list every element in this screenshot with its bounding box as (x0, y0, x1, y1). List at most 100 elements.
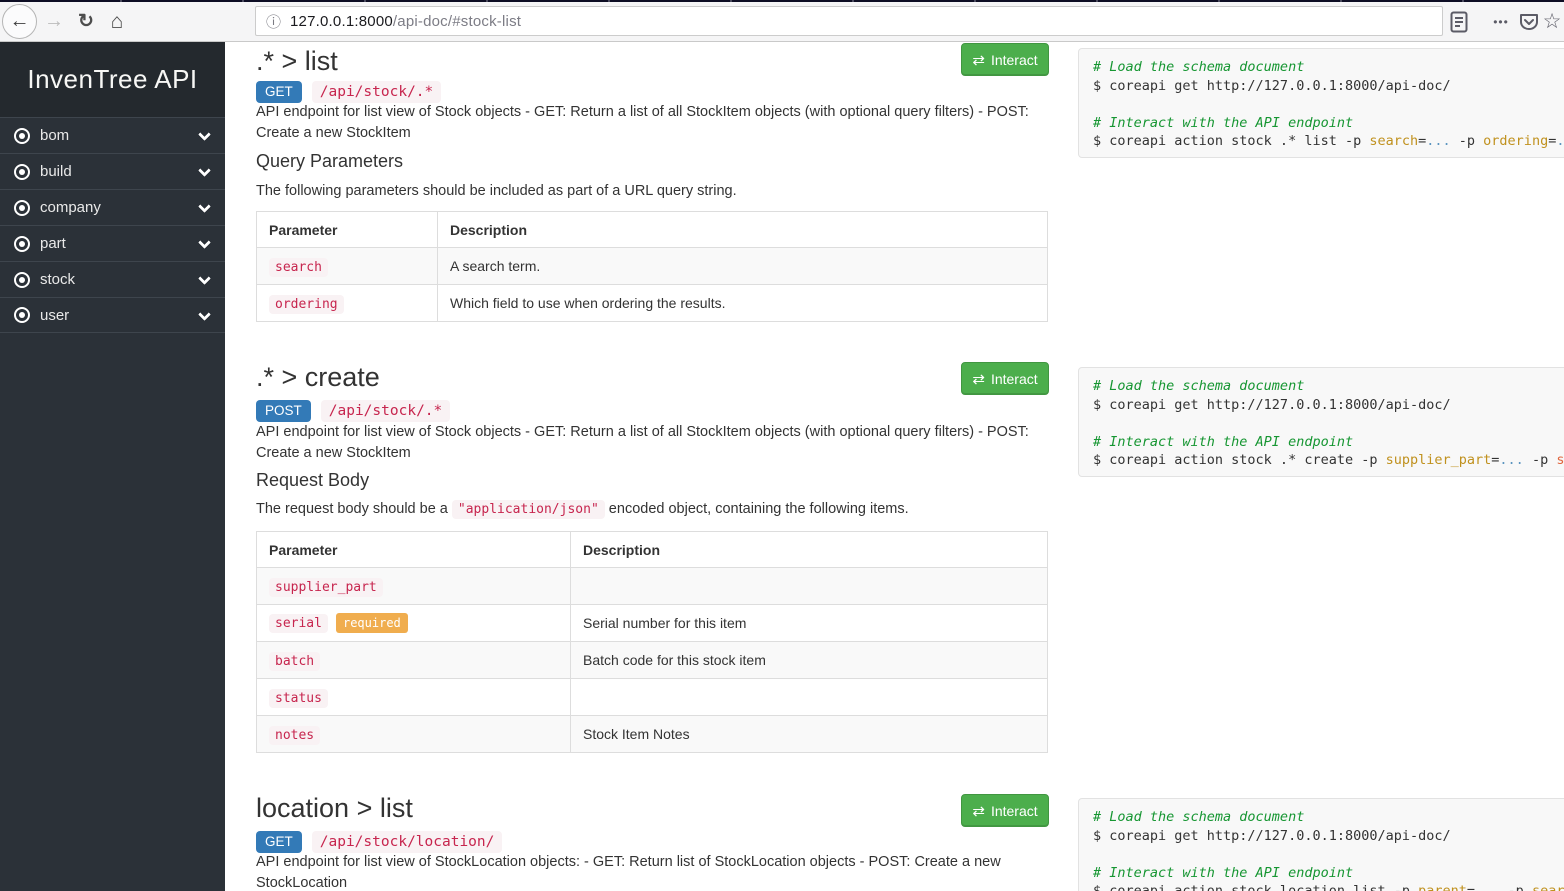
parameter-description: Which field to use when ordering the res… (438, 285, 1048, 322)
endpoint-description: API endpoint for list view of Stock obje… (256, 422, 1048, 463)
code-command: $ coreapi get http://127.0.0.1:8000/api-… (1093, 77, 1555, 96)
forward-icon: → (44, 10, 64, 33)
interact-button-label: Interact (991, 52, 1038, 68)
back-button[interactable]: ← (2, 4, 37, 39)
parameter-description: Batch code for this stock item (571, 642, 1048, 679)
endpoint-description: API endpoint for list view of StockLocat… (256, 852, 1048, 891)
target-icon (14, 164, 30, 180)
chevron-down-icon (198, 164, 211, 177)
code-example-block: # Load the schema document$ coreapi get … (1078, 367, 1564, 477)
chevron-down-icon (198, 236, 211, 249)
url-path: /api-doc/#stock-list (393, 13, 521, 30)
endpoint-badges: POST /api/stock/.* (256, 398, 450, 424)
table-header: Parameter (257, 212, 438, 248)
api-title: InvenTree API (0, 42, 225, 117)
code-command: $ coreapi action stock .* list -p search… (1093, 132, 1555, 151)
parameter-name: serial (269, 614, 328, 633)
sidebar-item-label: stock (40, 271, 75, 288)
endpoint-title: location > list (256, 793, 956, 824)
pocket-button[interactable] (1516, 2, 1542, 41)
home-icon: ⌂ (111, 10, 124, 34)
ellipsis-icon: ••• (1493, 15, 1509, 29)
back-icon: ← (10, 10, 30, 33)
table-row: ordering Which field to use when orderin… (257, 285, 1048, 322)
sidebar-item-label: part (40, 235, 66, 252)
target-icon (14, 236, 30, 252)
content-type-code: "application/json" (452, 500, 605, 519)
reader-mode-icon (1450, 11, 1468, 33)
code-command: $ coreapi get http://127.0.0.1:8000/api-… (1093, 396, 1555, 415)
url-bar[interactable]: ⓘ 127.0.0.1:8000/api-doc/#stock-list (255, 6, 1443, 36)
table-row: notes Stock Item Notes (257, 716, 1048, 753)
reload-icon: ↻ (78, 10, 94, 33)
parameter-description (571, 679, 1048, 716)
chevron-down-icon (198, 128, 211, 141)
interact-button[interactable]: ⇄ Interact (961, 794, 1049, 827)
endpoint-description: API endpoint for list view of Stock obje… (256, 102, 1048, 143)
sidebar-item-company[interactable]: company (0, 189, 225, 225)
browser-tab-strip (0, 0, 1564, 2)
sidebar-item-build[interactable]: build (0, 153, 225, 189)
code-example-block: # Load the schema document$ coreapi get … (1078, 798, 1564, 891)
table-header: Description (571, 532, 1048, 568)
code-comment: # Interact with the API endpoint (1093, 864, 1555, 883)
interact-button-label: Interact (991, 371, 1038, 387)
table-header: Description (438, 212, 1048, 248)
code-example-block: # Load the schema document$ coreapi get … (1078, 48, 1564, 158)
target-icon (14, 307, 30, 323)
sidebar-item-bom[interactable]: bom (0, 117, 225, 153)
table-row: search A search term. (257, 248, 1048, 285)
sidebar-item-part[interactable]: part (0, 225, 225, 261)
parameter-name: notes (269, 726, 320, 745)
url-host: 127.0.0.1:8000 (290, 13, 393, 30)
interact-button[interactable]: ⇄ Interact (961, 362, 1049, 395)
reload-button[interactable]: ↻ (74, 2, 98, 41)
endpoint-title: .* > create (256, 362, 956, 393)
swap-arrows-icon: ⇄ (972, 370, 985, 388)
swap-arrows-icon: ⇄ (972, 51, 985, 69)
parameter-name: ordering (269, 295, 344, 314)
code-command: $ coreapi action stock location list -p … (1093, 882, 1555, 891)
chevron-down-icon (198, 272, 211, 285)
interact-button-label: Interact (991, 803, 1038, 819)
parameter-name: search (269, 258, 328, 277)
parameter-name: status (269, 689, 328, 708)
code-comment: # Load the schema document (1093, 58, 1555, 77)
parameters-intro: The following parameters should be inclu… (256, 183, 1048, 199)
parameter-description (571, 568, 1048, 605)
swap-arrows-icon: ⇄ (972, 802, 985, 820)
sidebar: InvenTree API bom build company part sto… (0, 42, 225, 891)
query-parameters-table: Parameter Description search A search te… (256, 211, 1048, 322)
parameter-description: Serial number for this item (571, 605, 1048, 642)
endpoint-path: /api/stock/.* (312, 81, 442, 103)
page-actions-button[interactable]: ••• (1486, 2, 1516, 41)
info-icon[interactable]: ⓘ (266, 11, 281, 32)
table-header: Parameter (257, 532, 571, 568)
method-badge: POST (256, 400, 311, 422)
table-row: batch Batch code for this stock item (257, 642, 1048, 679)
parameter-description: Stock Item Notes (571, 716, 1048, 753)
sidebar-item-stock[interactable]: stock (0, 261, 225, 297)
chevron-down-icon (198, 200, 211, 213)
sidebar-item-label: user (40, 307, 69, 324)
endpoint-path: /api/stock/location/ (312, 831, 503, 853)
browser-chrome: ← → ↻ ⌂ ⓘ 127.0.0.1:8000/api-doc/#stock-… (0, 0, 1564, 42)
request-body-intro: The request body should be a "applicatio… (256, 501, 1048, 517)
star-icon: ☆ (1543, 9, 1562, 34)
bookmark-button[interactable]: ☆ (1540, 2, 1564, 41)
pocket-icon (1519, 12, 1539, 32)
forward-button[interactable]: → (42, 2, 66, 41)
reader-mode-button[interactable] (1446, 2, 1472, 41)
sidebar-item-label: bom (40, 127, 69, 144)
code-comment: # Interact with the API endpoint (1093, 433, 1555, 452)
parameter-description: A search term. (438, 248, 1048, 285)
code-comment: # Interact with the API endpoint (1093, 114, 1555, 133)
sidebar-item-user[interactable]: user (0, 297, 225, 333)
interact-button[interactable]: ⇄ Interact (961, 43, 1049, 76)
method-badge: GET (256, 81, 302, 103)
sidebar-item-label: build (40, 163, 72, 180)
parameter-name: supplier_part (269, 578, 383, 597)
code-comment: # Load the schema document (1093, 377, 1555, 396)
home-button[interactable]: ⌂ (104, 2, 130, 41)
table-row: status (257, 679, 1048, 716)
